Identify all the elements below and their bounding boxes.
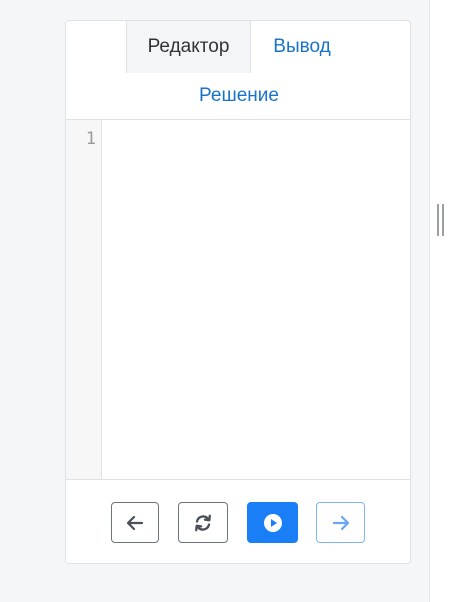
tab-output[interactable]: Вывод xyxy=(252,21,352,73)
next-button[interactable] xyxy=(316,502,365,543)
play-icon xyxy=(263,513,283,533)
tab-editor[interactable]: Редактор xyxy=(126,21,251,73)
solution-link[interactable]: Решение xyxy=(66,73,410,119)
right-pane xyxy=(430,0,474,602)
arrow-left-icon xyxy=(126,515,144,531)
reset-button[interactable] xyxy=(178,502,228,543)
code-input[interactable] xyxy=(103,120,410,479)
refresh-icon xyxy=(193,513,213,533)
editor-toolbar xyxy=(66,480,410,563)
exercise-card: Редактор Вывод Решение 1 xyxy=(65,20,411,564)
previous-button[interactable] xyxy=(111,502,159,543)
arrow-right-icon xyxy=(332,515,350,531)
code-editor: 1 xyxy=(66,119,410,480)
resize-handle[interactable] xyxy=(437,204,444,236)
line-number: 1 xyxy=(85,129,96,149)
run-button[interactable] xyxy=(247,502,298,543)
line-number-gutter: 1 xyxy=(66,120,102,479)
